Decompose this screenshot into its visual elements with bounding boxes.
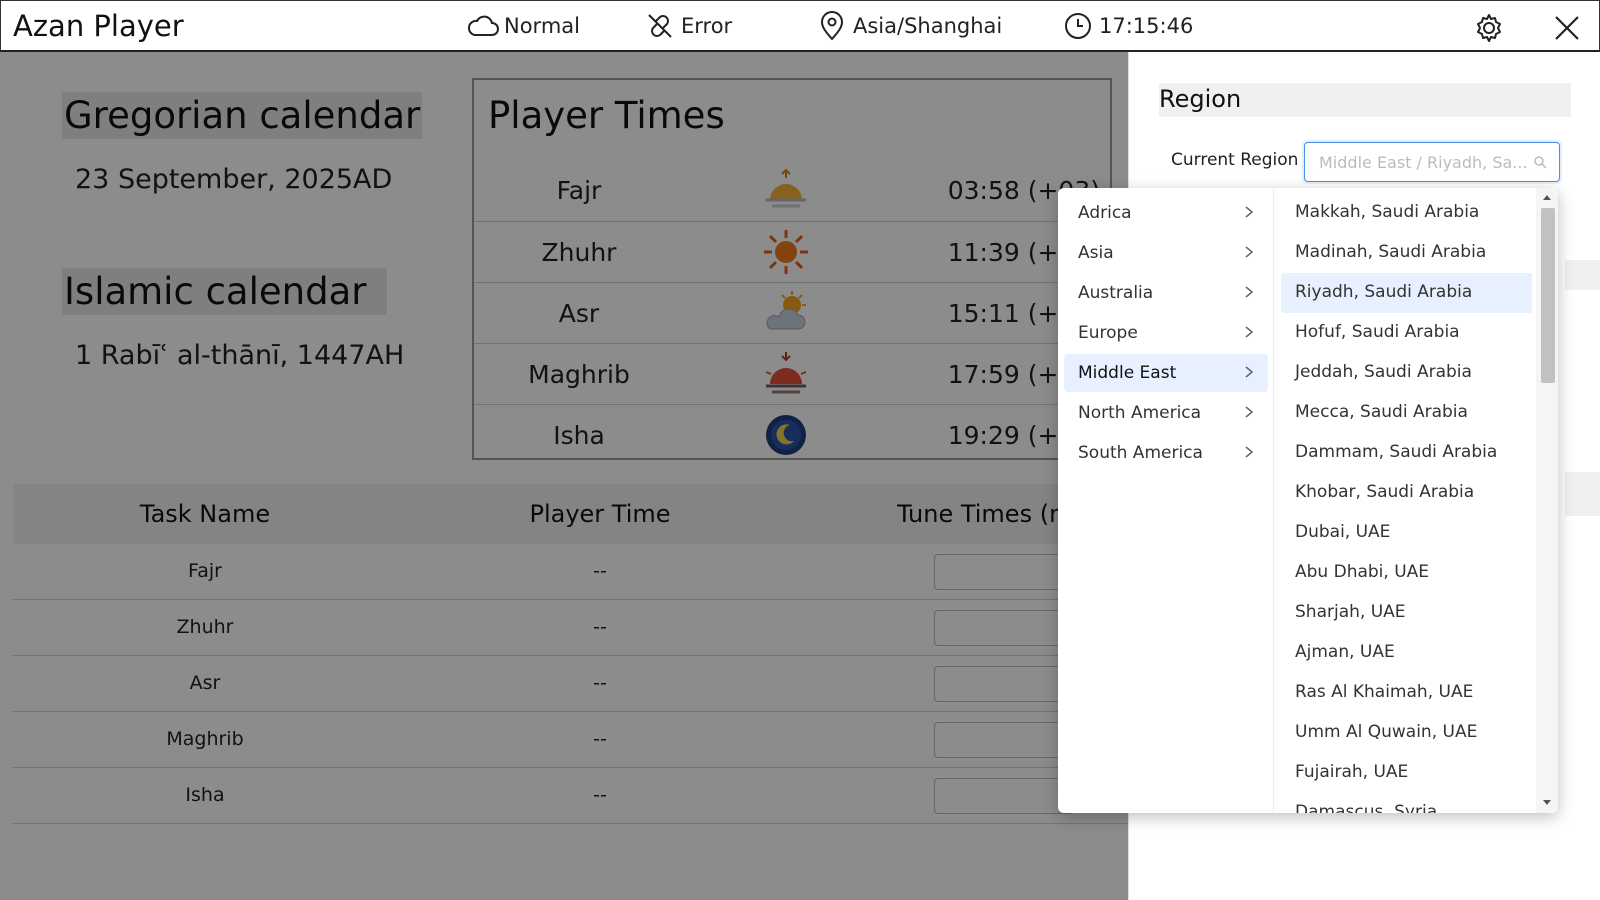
timezone-label: Asia/Shanghai: [853, 14, 1003, 38]
chevron-right-icon: [1245, 246, 1254, 258]
title-bar: Azan Player Normal Error Asia/Shanghai 1…: [0, 0, 1600, 52]
continent-item[interactable]: Europe: [1064, 314, 1268, 352]
drawer-field-placeholder: [1565, 472, 1600, 516]
city-label: Ajman, UAE: [1295, 642, 1395, 662]
drawer-field-placeholder: [1565, 260, 1600, 290]
city-item[interactable]: Fujairah, UAE: [1281, 753, 1532, 793]
chevron-right-icon: [1245, 366, 1254, 378]
continent-label: Australia: [1078, 283, 1154, 303]
city-label: Khobar, Saudi Arabia: [1295, 482, 1475, 502]
continent-column: Adrica Asia Australia Europe Middle East…: [1058, 188, 1274, 813]
close-icon: [1555, 16, 1579, 40]
city-label: Madinah, Saudi Arabia: [1295, 242, 1487, 262]
chevron-right-icon: [1245, 326, 1254, 338]
city-item[interactable]: Sharjah, UAE: [1281, 593, 1532, 633]
current-region-placeholder: Middle East / Riyadh, Sa...: [1319, 153, 1528, 172]
link-status-label: Error: [681, 14, 733, 38]
region-cascader-dropdown: Adrica Asia Australia Europe Middle East…: [1058, 188, 1558, 813]
app-title: Azan Player: [13, 9, 184, 43]
continent-label: South America: [1078, 443, 1203, 463]
clock-icon: [1065, 13, 1091, 39]
city-label: Jeddah, Saudi Arabia: [1295, 362, 1472, 382]
chevron-right-icon: [1245, 446, 1254, 458]
link-status: Error: [643, 9, 732, 43]
close-button[interactable]: [1547, 8, 1587, 48]
clock-label: 17:15:46: [1099, 14, 1194, 38]
city-label: Dubai, UAE: [1295, 522, 1391, 542]
clock-status: 17:15:46: [1061, 9, 1193, 43]
continent-label: Middle East: [1078, 363, 1177, 383]
continent-label: North America: [1078, 403, 1202, 423]
chevron-right-icon: [1245, 206, 1254, 218]
city-label: Sharjah, UAE: [1295, 602, 1406, 622]
city-label: Damascus, Syria: [1295, 802, 1438, 813]
scroll-up-arrow-icon[interactable]: [1541, 192, 1553, 202]
city-item[interactable]: Damascus, Syria: [1281, 793, 1532, 813]
city-item[interactable]: Hofuf, Saudi Arabia: [1281, 313, 1532, 353]
city-label: Abu Dhabi, UAE: [1295, 562, 1430, 582]
continent-item[interactable]: North America: [1064, 394, 1268, 432]
city-item[interactable]: Dubai, UAE: [1281, 513, 1532, 553]
city-item[interactable]: Makkah, Saudi Arabia: [1281, 193, 1532, 233]
city-item[interactable]: Umm Al Quwain, UAE: [1281, 713, 1532, 753]
city-scrollbar-thumb[interactable]: [1541, 208, 1555, 383]
city-item[interactable]: Madinah, Saudi Arabia: [1281, 233, 1532, 273]
city-item[interactable]: Khobar, Saudi Arabia: [1281, 473, 1532, 513]
chevron-right-icon: [1245, 406, 1254, 418]
city-label: Fujairah, UAE: [1295, 762, 1409, 782]
city-label: Mecca, Saudi Arabia: [1295, 402, 1468, 422]
continent-item[interactable]: Australia: [1064, 274, 1268, 312]
continent-item[interactable]: South America: [1064, 434, 1268, 472]
location-pin-icon: [820, 11, 844, 41]
city-item[interactable]: Abu Dhabi, UAE: [1281, 553, 1532, 593]
cloud-icon: [467, 15, 499, 36]
region-title: Region: [1159, 83, 1571, 117]
chevron-right-icon: [1245, 286, 1254, 298]
continent-item[interactable]: Asia: [1064, 234, 1268, 272]
continent-label: Adrica: [1078, 203, 1132, 223]
gear-icon: [1477, 14, 1501, 42]
continent-item-active[interactable]: Middle East: [1064, 354, 1268, 392]
city-label: Ras Al Khaimah, UAE: [1295, 682, 1474, 702]
city-item[interactable]: Jeddah, Saudi Arabia: [1281, 353, 1532, 393]
city-item-selected[interactable]: Riyadh, Saudi Arabia: [1281, 273, 1532, 313]
timezone-status: Asia/Shanghai: [815, 9, 1002, 43]
search-icon: [1534, 156, 1547, 169]
connection-status: Normal: [466, 9, 580, 43]
city-item[interactable]: Ajman, UAE: [1281, 633, 1532, 673]
city-item[interactable]: Dammam, Saudi Arabia: [1281, 433, 1532, 473]
city-label: Riyadh, Saudi Arabia: [1295, 282, 1473, 302]
city-label: Dammam, Saudi Arabia: [1295, 442, 1498, 462]
settings-button[interactable]: [1469, 8, 1509, 48]
city-item[interactable]: Ras Al Khaimah, UAE: [1281, 673, 1532, 713]
city-item[interactable]: Mecca, Saudi Arabia: [1281, 393, 1532, 433]
continent-item[interactable]: Adrica: [1064, 194, 1268, 232]
city-label: Makkah, Saudi Arabia: [1295, 202, 1480, 222]
current-region-label: Current Region :: [1171, 150, 1310, 170]
connection-status-label: Normal: [504, 14, 580, 38]
current-region-select[interactable]: Middle East / Riyadh, Sa...: [1304, 142, 1560, 182]
continent-label: Asia: [1078, 243, 1114, 263]
city-label: Umm Al Quwain, UAE: [1295, 722, 1478, 742]
city-label: Hofuf, Saudi Arabia: [1295, 322, 1460, 342]
modal-overlay[interactable]: [0, 52, 1128, 900]
continent-label: Europe: [1078, 323, 1138, 343]
scroll-down-arrow-icon[interactable]: [1541, 798, 1553, 808]
broken-link-icon: [648, 14, 672, 38]
city-column: Makkah, Saudi Arabia Madinah, Saudi Arab…: [1275, 188, 1532, 813]
